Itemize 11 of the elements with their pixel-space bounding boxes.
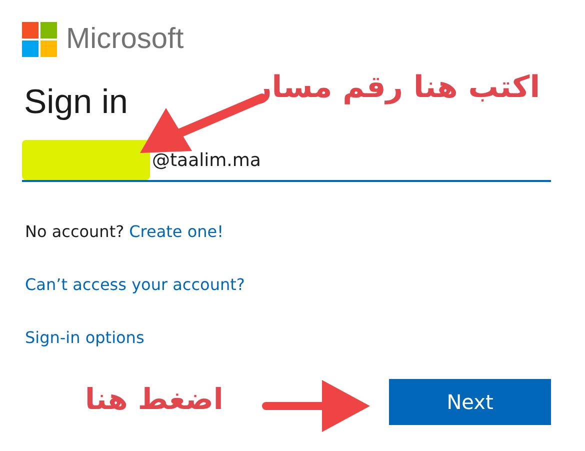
email-field[interactable]: @taalim.ma [152,150,262,170]
brand-name: Microsoft [66,23,184,56]
no-account-text: No account? [25,222,124,241]
account-link[interactable]: Can’t access your account? [25,275,245,294]
arrow-icon [262,380,372,432]
microsoft-logo-icon [22,22,57,57]
annotation-text: اضغط هنا [85,382,224,416]
account-link[interactable]: Sign-in options [25,328,144,347]
next-button[interactable]: Next [389,379,551,425]
create-account-link[interactable]: Create one! [129,222,224,241]
sign-in-heading: Sign in [24,83,128,122]
